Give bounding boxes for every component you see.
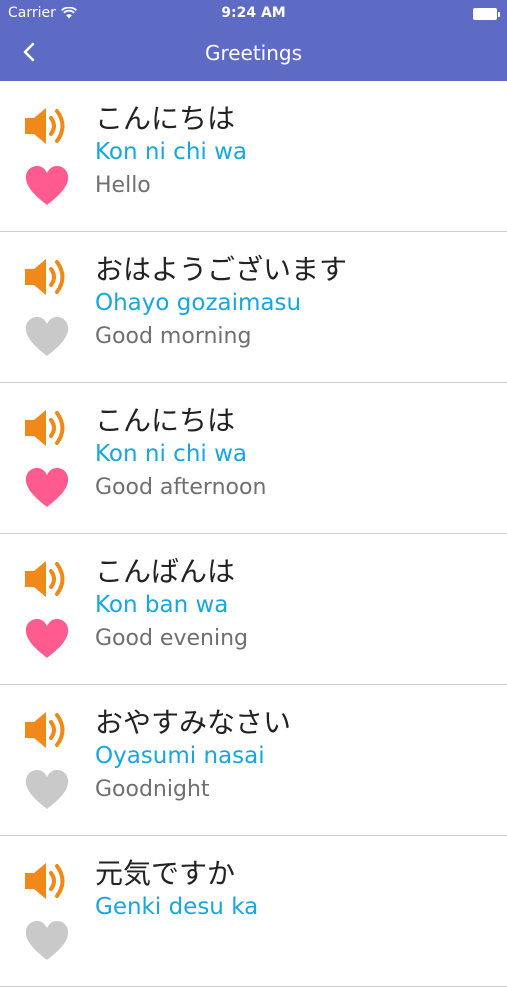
speaker-icon[interactable] — [22, 403, 72, 453]
speaker-icon[interactable] — [22, 705, 72, 755]
romaji-text: Genki desu ka — [95, 894, 259, 920]
favorite-heart-icon[interactable] — [24, 920, 70, 962]
navigation-bar: Greetings — [0, 28, 507, 81]
japanese-text: こんばんは — [95, 555, 236, 588]
phrase-row: こんにちは Kon ni chi wa Hello — [0, 81, 507, 232]
page-title: Greetings — [204, 41, 303, 65]
app-header: Carrier 9:24 AM Greetings — [0, 0, 507, 81]
speaker-icon[interactable] — [22, 101, 72, 151]
status-bar: Carrier 9:24 AM — [0, 0, 507, 28]
english-translation: Goodnight — [95, 777, 210, 802]
battery-icon — [473, 8, 500, 20]
favorite-heart-icon[interactable] — [24, 165, 70, 207]
romaji-text: Ohayo gozaimasu — [95, 290, 302, 316]
japanese-text: おはようございます — [95, 253, 348, 286]
phrase-row: おやすみなさい Oyasumi nasai Goodnight — [0, 685, 507, 836]
english-translation: Good afternoon — [95, 475, 267, 500]
favorite-heart-icon[interactable] — [24, 316, 70, 358]
romaji-text: Kon ni chi wa — [95, 139, 248, 165]
favorite-heart-icon[interactable] — [24, 618, 70, 660]
favorite-heart-icon[interactable] — [24, 769, 70, 811]
speaker-icon[interactable] — [22, 252, 72, 302]
english-translation: Good evening — [95, 626, 248, 651]
phrase-list: こんにちは Kon ni chi wa Hello おはようございます Ohay… — [0, 81, 507, 987]
japanese-text: 元気ですか — [95, 857, 236, 890]
phrase-row: こんにちは Kon ni chi wa Good afternoon — [0, 383, 507, 534]
romaji-text: Kon ban wa — [95, 592, 229, 618]
japanese-text: こんにちは — [95, 404, 236, 437]
english-translation: Good morning — [95, 324, 252, 349]
japanese-text: こんにちは — [95, 102, 236, 135]
romaji-text: Kon ni chi wa — [95, 441, 248, 467]
phrase-row: 元気ですか Genki desu ka — [0, 836, 507, 987]
phrase-row: こんばんは Kon ban wa Good evening — [0, 534, 507, 685]
favorite-heart-icon[interactable] — [24, 467, 70, 509]
phrase-row: おはようございます Ohayo gozaimasu Good morning — [0, 232, 507, 383]
romaji-text: Oyasumi nasai — [95, 743, 265, 769]
speaker-icon[interactable] — [22, 554, 72, 604]
english-translation: Hello — [95, 173, 151, 198]
japanese-text: おやすみなさい — [95, 706, 292, 739]
speaker-icon[interactable] — [22, 856, 72, 906]
clock: 9:24 AM — [221, 5, 286, 21]
